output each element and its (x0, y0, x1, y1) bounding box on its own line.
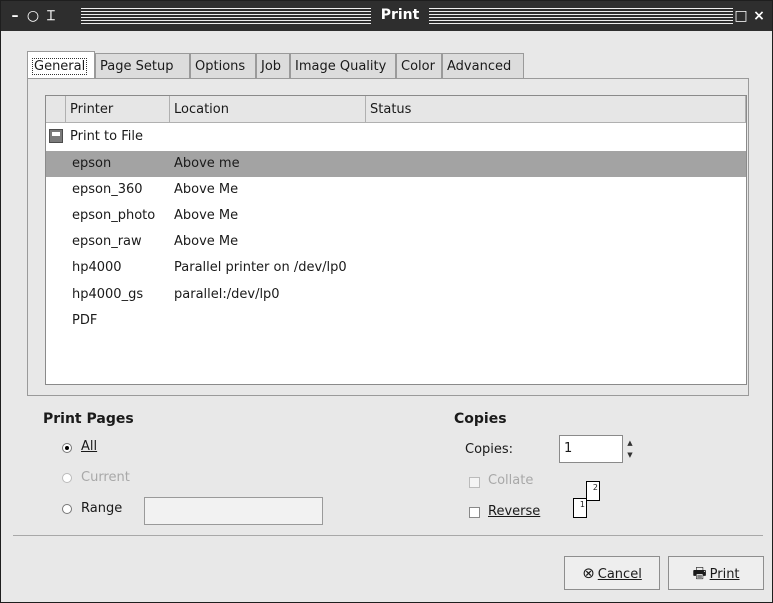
printer-row-epson[interactable]: epson Above me (46, 151, 746, 177)
printer-location: Parallel printer on /dev/lp0 (174, 260, 347, 275)
tab-general-label: General (32, 58, 88, 75)
page-order-icon-1: 1 (573, 498, 587, 518)
print-button[interactable]: 🖶 Print (668, 556, 764, 590)
printer-name: epson_360 (72, 182, 143, 197)
printer-row-epson-360[interactable]: epson_360 Above Me (46, 177, 746, 203)
title-grip-left (81, 8, 371, 24)
printer-name: hp4000 (72, 260, 122, 275)
printer-row-epson-photo[interactable]: epson_photo Above Me (46, 203, 746, 229)
printer-name: Print to File (70, 129, 143, 144)
printer-icon: 🖶 (692, 564, 707, 582)
reverse-label[interactable]: Reverse (488, 504, 540, 519)
printer-row-pdf[interactable]: PDF (46, 308, 746, 334)
pin-icon[interactable]: ⌶ (43, 7, 59, 25)
tab-advanced-label: Advanced (447, 59, 512, 74)
page-order-icon-2: 2 (586, 481, 600, 501)
column-header-printer[interactable]: Printer (66, 96, 170, 123)
printer-row-print-to-file[interactable]: Print to File (46, 124, 746, 150)
tab-color[interactable]: Color (396, 53, 442, 78)
print-dialog: – ○ ⌶ Print □ × General Page Setup Optio… (0, 0, 773, 603)
tab-page-setup-label: Page Setup (100, 59, 174, 74)
printer-row-hp4000[interactable]: hp4000 Parallel printer on /dev/lp0 (46, 255, 746, 281)
collate-checkbox (469, 477, 480, 488)
radio-current (62, 473, 72, 483)
tab-job[interactable]: Job (256, 53, 290, 78)
reverse-checkbox[interactable] (469, 507, 480, 518)
radio-range-label[interactable]: Range (81, 501, 122, 516)
copies-spin-arrows-icon[interactable]: ▲ ▼ (625, 437, 635, 461)
radio-all[interactable] (62, 443, 72, 453)
tab-image-quality-label: Image Quality (295, 59, 387, 74)
close-icon[interactable]: × (751, 7, 767, 25)
tab-options[interactable]: Options (190, 53, 256, 78)
copies-heading: Copies (454, 411, 507, 427)
button-separator (13, 535, 763, 536)
window-title: Print (380, 7, 420, 23)
printer-name: epson (72, 156, 112, 171)
printer-row-hp4000-gs[interactable]: hp4000_gs parallel:/dev/lp0 (46, 282, 746, 308)
tab-options-label: Options (195, 59, 246, 74)
radio-range[interactable] (62, 504, 72, 514)
printer-row-epson-raw[interactable]: epson_raw Above Me (46, 229, 746, 255)
cancel-button[interactable]: ⊗ Cancel (564, 556, 660, 590)
shade-icon[interactable]: ○ (25, 7, 41, 25)
printer-name: hp4000_gs (72, 287, 144, 302)
tab-image-quality[interactable]: Image Quality (290, 53, 396, 78)
print-pages-heading: Print Pages (43, 411, 134, 427)
column-header-icon[interactable] (46, 96, 66, 123)
floppy-disk-icon (49, 129, 63, 143)
column-header-status[interactable]: Status (366, 96, 746, 123)
minimize-icon[interactable]: – (7, 7, 23, 25)
copies-spin-input[interactable]: 1 (559, 435, 623, 463)
printer-location: parallel:/dev/lp0 (174, 287, 280, 302)
column-header-location[interactable]: Location (170, 96, 366, 123)
print-button-label: Print (709, 567, 740, 582)
tab-general[interactable]: General (27, 51, 95, 80)
tab-job-label: Job (261, 59, 282, 74)
cancel-button-label: Cancel (597, 567, 642, 582)
radio-all-label[interactable]: All (81, 439, 97, 454)
copies-label: Copies: (465, 442, 514, 457)
cancel-icon: ⊗ (582, 564, 595, 582)
collate-label: Collate (488, 473, 534, 488)
range-input (144, 497, 323, 525)
printer-list[interactable]: Printer Location Status Print to File ep… (45, 95, 747, 385)
maximize-icon[interactable]: □ (733, 7, 749, 25)
tab-advanced[interactable]: Advanced (442, 53, 524, 78)
printer-name: epson_raw (72, 234, 142, 249)
printer-location: Above Me (174, 182, 239, 197)
printer-location: Above Me (174, 208, 239, 223)
radio-current-label: Current (81, 470, 130, 485)
printer-name: PDF (72, 313, 98, 328)
tab-color-label: Color (401, 59, 435, 74)
printer-location: Above Me (174, 234, 239, 249)
printer-name: epson_photo (72, 208, 156, 223)
tab-page-setup[interactable]: Page Setup (95, 53, 190, 78)
title-bar[interactable]: – ○ ⌶ Print □ × (1, 1, 772, 31)
printer-location: Above me (174, 156, 240, 171)
title-grip-right (429, 8, 733, 24)
